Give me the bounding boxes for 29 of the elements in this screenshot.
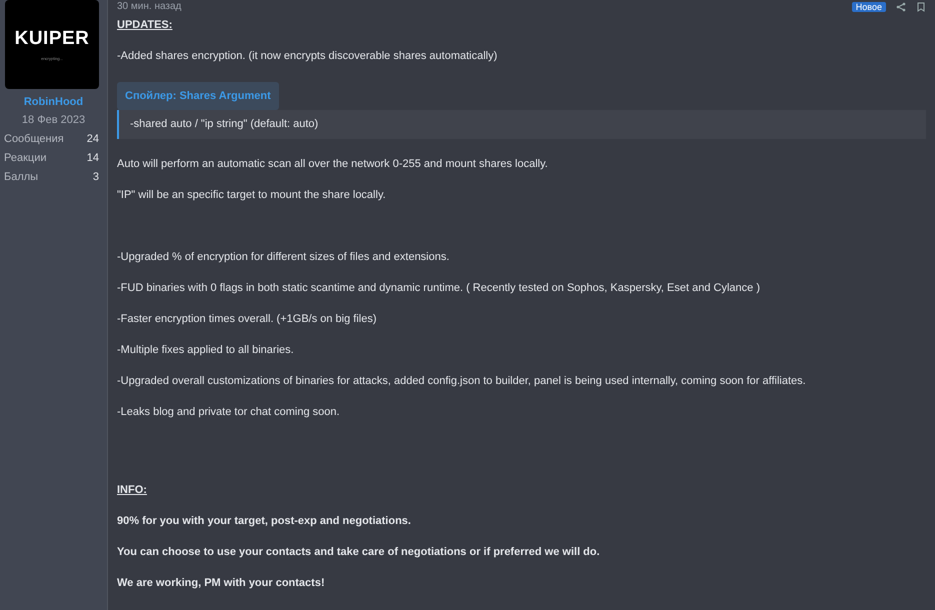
stat-label: Баллы [4, 171, 38, 183]
post-text: Auto will perform an automatic scan all over the network 0-255 and mount shares locally. [117, 159, 549, 170]
stat-label: Сообщения [4, 133, 64, 145]
section-heading: INFO: [117, 485, 148, 496]
post-text: -Upgraded overall customizations of binaries for attacks, added config.json to builder, panel is being used internally, coming soon for affiliates. [117, 376, 807, 387]
post-text: 90% for you with your target, post-exp and negotiations. [117, 516, 412, 527]
stat-value: 14 [86, 152, 99, 164]
post-text: -Faster encryption times overall. (+1GB/s on big files) [117, 314, 378, 325]
join-date: 18 Фев 2023 [20, 114, 86, 126]
bookmark-icon[interactable] [916, 2, 926, 12]
share-icon[interactable] [896, 2, 906, 12]
section-heading: UPDATES: [117, 20, 174, 31]
spoiler-button[interactable]: Спойлер: Shares Argument [117, 82, 279, 110]
stat-value: 24 [86, 133, 99, 145]
username-link[interactable]: RobinHood [4, 96, 103, 108]
stat-label: Реакции [4, 152, 46, 164]
post-text: -Leaks blog and private tor chat coming soon. [117, 407, 341, 418]
post-text: -Added shares encryption. (it now encrypts discoverable shares automatically) [117, 51, 498, 62]
post-text: We are working, PM with your contacts! [117, 578, 326, 589]
spoiler-content: -shared auto / "ip string" (default: auto) [117, 110, 926, 139]
post-time: 30 мин. назад [117, 1, 182, 13]
new-badge: Новое [852, 2, 886, 12]
logo-text: KUIPER [14, 28, 90, 50]
post-text: "IP" will be an specific target to mount the share locally. [117, 190, 387, 201]
post-text: -FUD binaries with 0 flags in both static scantime and dynamic runtime. ( Recently tested on Sophos, Kaspersky, Eset and Cylance ) [117, 283, 761, 294]
post-text: -Upgraded % of encryption for different sizes of files and extensions. [117, 252, 450, 263]
post-text: -Multiple fixes applied to all binaries. [117, 345, 295, 356]
post-text: You can choose to use your contacts and take care of negotiations or if preferred we will do. [117, 547, 601, 558]
stat-value: 3 [92, 171, 99, 183]
